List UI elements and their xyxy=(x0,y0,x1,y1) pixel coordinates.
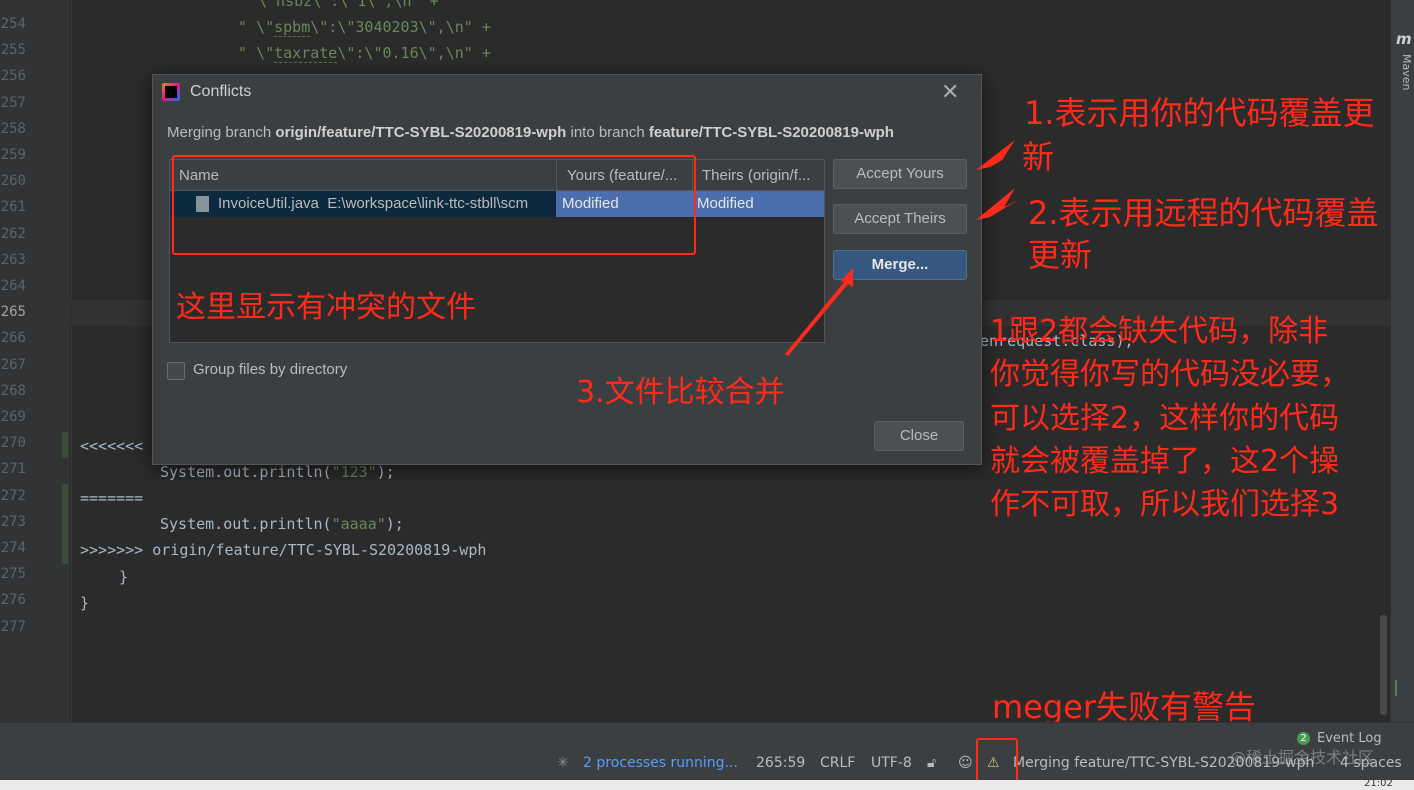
file-encoding[interactable]: UTF-8 xyxy=(871,755,912,771)
line-separator[interactable]: CRLF xyxy=(820,755,855,771)
annotation-arrows xyxy=(785,140,1018,356)
status-bar: ✳ 2 processes running... 265:59 CRLF UTF… xyxy=(0,748,1414,780)
arrow-3 xyxy=(785,268,853,356)
processes-link[interactable]: 2 processes running... xyxy=(583,755,738,771)
caret-position[interactable]: 265:59 xyxy=(756,755,805,771)
clock: 21:02 xyxy=(1364,778,1393,789)
arrow-2 xyxy=(976,188,1018,220)
arrow-1 xyxy=(976,140,1018,170)
inspector-icon[interactable]: ☺ xyxy=(958,755,973,771)
warning-highlight-box xyxy=(976,738,1018,784)
watermark: @稀土掘金技术社区 xyxy=(1230,748,1375,767)
os-taskbar: 21:02 xyxy=(0,778,1414,790)
status-area-top: 2 Event Log xyxy=(0,722,1414,751)
spinner-icon: ✳ xyxy=(557,755,569,771)
lock-icon[interactable]: 🔓︎ xyxy=(927,755,936,771)
